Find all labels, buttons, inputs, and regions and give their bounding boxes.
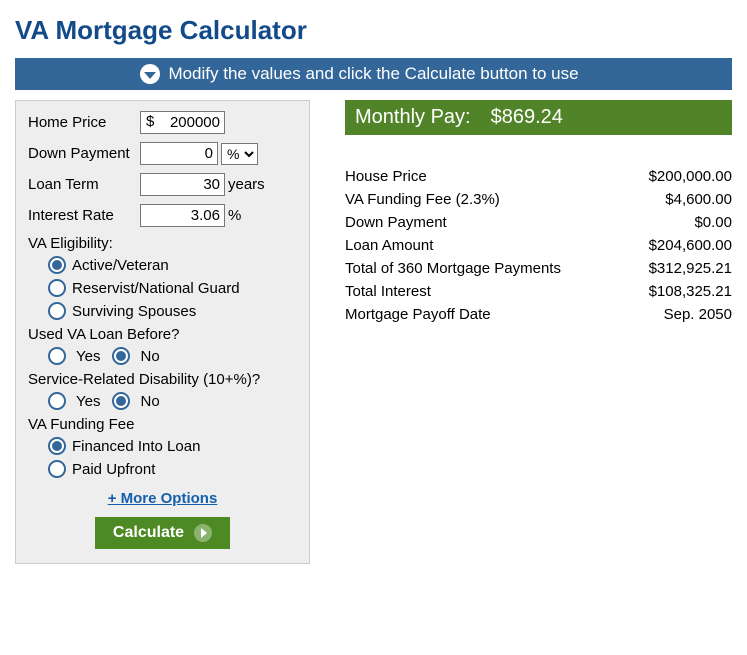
result-label: VA Funding Fee (2.3%)	[345, 188, 624, 211]
interest-rate-label: Interest Rate	[28, 207, 140, 224]
disability-yes-radio[interactable]	[48, 392, 66, 410]
used-before-yes-radio[interactable]	[48, 347, 66, 365]
radio-icon	[48, 302, 66, 320]
table-row: Loan Amount $204,600.00	[345, 234, 732, 257]
table-row: Total Interest $108,325.21	[345, 280, 732, 303]
radio-icon	[48, 279, 66, 297]
result-value: $0.00	[624, 211, 732, 234]
result-label: Total Interest	[345, 280, 624, 303]
results-panel: Monthly Pay: $869.24 House Price $200,00…	[345, 100, 732, 326]
result-value: $312,925.21	[624, 257, 732, 280]
used-before-label: Used VA Loan Before?	[28, 326, 297, 343]
result-table: House Price $200,000.00 VA Funding Fee (…	[345, 165, 732, 326]
radio-icon	[48, 437, 66, 455]
banner-text: Modify the values and click the Calculat…	[168, 64, 578, 83]
result-label: Down Payment	[345, 211, 624, 234]
radio-label: Yes	[76, 348, 100, 365]
arrow-right-icon	[194, 524, 212, 542]
result-label: Mortgage Payoff Date	[345, 303, 624, 326]
radio-icon	[48, 460, 66, 478]
radio-label: Active/Veteran	[72, 257, 169, 274]
home-price-input[interactable]	[140, 111, 225, 134]
eligibility-label: VA Eligibility:	[28, 235, 297, 252]
radio-label: Surviving Spouses	[72, 303, 196, 320]
input-form: Home Price $ Down Payment % Loan Term ye…	[15, 100, 310, 564]
radio-label: Paid Upfront	[72, 461, 155, 478]
radio-label: No	[140, 393, 159, 410]
disability-label: Service-Related Disability (10+%)?	[28, 371, 297, 388]
radio-label: No	[140, 348, 159, 365]
used-before-no-radio[interactable]	[112, 347, 130, 365]
result-value: $108,325.21	[624, 280, 732, 303]
chevron-down-icon[interactable]	[140, 64, 160, 84]
disability-no-radio[interactable]	[112, 392, 130, 410]
result-label: Loan Amount	[345, 234, 624, 257]
table-row: Total of 360 Mortgage Payments $312,925.…	[345, 257, 732, 280]
page-title: VA Mortgage Calculator	[15, 15, 732, 46]
table-row: Down Payment $0.00	[345, 211, 732, 234]
result-value: $204,600.00	[624, 234, 732, 257]
eligibility-option-active[interactable]: Active/Veteran	[48, 256, 297, 274]
down-payment-label: Down Payment	[28, 145, 140, 162]
interest-rate-input[interactable]	[140, 204, 225, 227]
result-label: House Price	[345, 165, 624, 188]
down-payment-input[interactable]	[140, 142, 218, 165]
radio-label: Financed Into Loan	[72, 438, 200, 455]
table-row: Mortgage Payoff Date Sep. 2050	[345, 303, 732, 326]
table-row: VA Funding Fee (2.3%) $4,600.00	[345, 188, 732, 211]
radio-label: Reservist/National Guard	[72, 280, 240, 297]
funding-fee-label: VA Funding Fee	[28, 416, 297, 433]
funding-fee-option-upfront[interactable]: Paid Upfront	[48, 460, 297, 478]
eligibility-option-spouse[interactable]: Surviving Spouses	[48, 302, 297, 320]
result-value: $4,600.00	[624, 188, 732, 211]
loan-term-unit: years	[228, 176, 265, 193]
interest-rate-unit: %	[228, 207, 241, 224]
result-label: Total of 360 Mortgage Payments	[345, 257, 624, 280]
funding-fee-option-financed[interactable]: Financed Into Loan	[48, 437, 297, 455]
result-value: $200,000.00	[624, 165, 732, 188]
more-options-link[interactable]: + More Options	[108, 490, 218, 507]
instruction-banner: Modify the values and click the Calculat…	[15, 58, 732, 90]
loan-term-input[interactable]	[140, 173, 225, 196]
calculate-button[interactable]: Calculate	[95, 517, 230, 549]
calculate-button-label: Calculate	[113, 524, 184, 542]
monthly-pay-value: $869.24	[491, 106, 563, 129]
monthly-pay-label: Monthly Pay:	[355, 106, 471, 129]
loan-term-label: Loan Term	[28, 176, 140, 193]
down-payment-unit-select[interactable]: %	[221, 143, 258, 165]
home-price-label: Home Price	[28, 114, 140, 131]
result-value: Sep. 2050	[624, 303, 732, 326]
monthly-pay-bar: Monthly Pay: $869.24	[345, 100, 732, 135]
eligibility-option-reservist[interactable]: Reservist/National Guard	[48, 279, 297, 297]
radio-icon	[48, 256, 66, 274]
table-row: House Price $200,000.00	[345, 165, 732, 188]
radio-label: Yes	[76, 393, 100, 410]
